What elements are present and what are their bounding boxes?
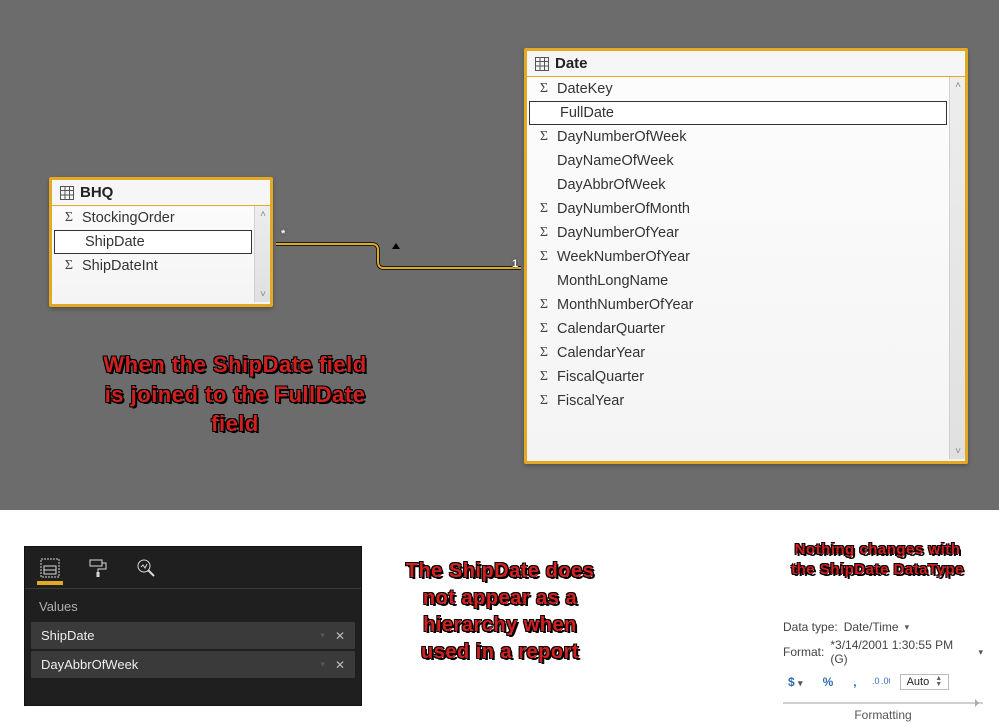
decimal-icon[interactable]: .0.00 — [872, 674, 890, 691]
field-daynameofweek[interactable]: ΣDayNameOfWeek — [527, 149, 965, 173]
sigma-icon: Σ — [537, 393, 551, 409]
percent-button[interactable]: % — [818, 672, 839, 692]
cardinality-one: 1 — [512, 258, 518, 270]
format-label: Format: — [783, 645, 824, 659]
field-monthlongname[interactable]: ΣMonthLongName — [527, 269, 965, 293]
sigma-icon: Σ — [537, 321, 551, 337]
analytics-icon — [135, 557, 157, 579]
model-view-canvas: * 1 BHQ Σ StockingOrder ShipDate Σ — [0, 0, 999, 510]
table-icon — [60, 186, 74, 200]
annotation-mid: The ShipDate does not appear as a hierar… — [370, 558, 630, 666]
field-daynumberofweek[interactable]: ΣDayNumberOfWeek — [527, 125, 965, 149]
scroll-up-icon[interactable]: ˄ — [255, 206, 270, 222]
tab-analytics[interactable] — [133, 555, 159, 585]
values-field-shipdate[interactable]: ShipDate ▾ ✕ — [31, 622, 355, 649]
field-dayabbrofweek[interactable]: ΣDayAbbrOfWeek — [527, 173, 965, 197]
currency-button[interactable]: $ ▾ — [783, 672, 808, 692]
annotation-top: When the ShipDate field is joined to the… — [60, 350, 410, 439]
svg-text:.00: .00 — [881, 676, 890, 686]
field-daynumberofmonth[interactable]: ΣDayNumberOfMonth — [527, 197, 965, 221]
sigma-icon: Σ — [62, 258, 76, 274]
svg-text:.0: .0 — [872, 676, 880, 686]
sigma-icon: Σ — [537, 129, 551, 145]
field-datekey[interactable]: ΣDateKey — [527, 77, 965, 101]
scroll-down-icon[interactable]: ˅ — [950, 443, 965, 459]
table-bhq[interactable]: BHQ Σ StockingOrder ShipDate Σ ShipDateI… — [49, 177, 273, 307]
sigma-icon: Σ — [537, 249, 551, 265]
scrollbar[interactable]: ˄ ˅ — [254, 206, 270, 302]
table-bhq-title: BHQ — [80, 184, 113, 201]
remove-field-icon[interactable]: ✕ — [335, 658, 345, 672]
table-date[interactable]: Date ΣDateKey FullDate ΣDayNumberOfWeek … — [524, 48, 968, 464]
field-shipdateint[interactable]: Σ ShipDateInt — [52, 254, 270, 278]
visual-fields-pane[interactable]: Values ShipDate ▾ ✕ DayAbbrOfWeek ▾ ✕ — [24, 546, 362, 706]
ribbon-separator — [783, 702, 983, 704]
annotation-right: Nothing changes with the ShipDate DataTy… — [770, 540, 985, 581]
field-fulldate[interactable]: FullDate — [529, 101, 947, 125]
field-calendaryear[interactable]: ΣCalendarYear — [527, 341, 965, 365]
sigma-icon: Σ — [537, 369, 551, 385]
field-stockingorder[interactable]: Σ StockingOrder — [52, 206, 270, 230]
data-type-value[interactable]: Date/Time — [844, 620, 899, 634]
paint-roller-icon — [87, 557, 109, 579]
field-fiscalquarter[interactable]: ΣFiscalQuarter — [527, 365, 965, 389]
values-field-dayabbrofweek[interactable]: DayAbbrOfWeek ▾ ✕ — [31, 651, 355, 678]
table-date-title: Date — [555, 55, 588, 72]
sigma-icon: Σ — [537, 345, 551, 361]
sigma-icon: Σ — [62, 210, 76, 226]
fields-icon — [39, 557, 61, 579]
sigma-icon: Σ — [537, 297, 551, 313]
chevron-down-icon[interactable]: ▾ — [320, 659, 325, 670]
ribbon-group-label: Formatting — [783, 706, 983, 722]
field-shipdate[interactable]: ShipDate — [54, 230, 252, 254]
field-monthnumberofyear[interactable]: ΣMonthNumberOfYear — [527, 293, 965, 317]
cardinality-many: * — [281, 228, 285, 240]
scrollbar[interactable]: ˄ ˅ — [949, 77, 965, 459]
values-section-label: Values — [25, 589, 361, 620]
table-icon — [535, 57, 549, 71]
chevron-down-icon[interactable]: ▾ — [978, 647, 983, 658]
scroll-up-icon[interactable]: ˄ — [950, 77, 965, 93]
data-type-label: Data type: — [783, 620, 838, 634]
chevron-down-icon[interactable]: ▾ — [320, 630, 325, 641]
chevron-down-icon[interactable]: ▾ — [905, 622, 910, 633]
table-date-header[interactable]: Date — [527, 51, 965, 77]
tab-fields[interactable] — [37, 555, 63, 585]
format-value[interactable]: *3/14/2001 1:30:55 PM (G) — [830, 638, 972, 666]
field-fiscalyear[interactable]: ΣFiscalYear — [527, 389, 965, 413]
field-calendarquarter[interactable]: ΣCalendarQuarter — [527, 317, 965, 341]
tab-format[interactable] — [85, 555, 111, 585]
table-bhq-header[interactable]: BHQ — [52, 180, 270, 206]
formatting-ribbon-group: Data type: Date/Time ▾ Format: *3/14/200… — [783, 618, 983, 722]
field-weeknumberofyear[interactable]: ΣWeekNumberOfYear — [527, 245, 965, 269]
thousands-button[interactable]: , — [848, 672, 861, 692]
field-daynumberofyear[interactable]: ΣDayNumberOfYear — [527, 221, 965, 245]
sigma-icon: Σ — [537, 225, 551, 241]
remove-field-icon[interactable]: ✕ — [335, 629, 345, 643]
scroll-down-icon[interactable]: ˅ — [255, 286, 270, 302]
sigma-icon: Σ — [537, 81, 551, 97]
decimal-auto-box[interactable]: Auto ▲▼ — [900, 674, 950, 690]
sigma-icon: Σ — [537, 201, 551, 217]
